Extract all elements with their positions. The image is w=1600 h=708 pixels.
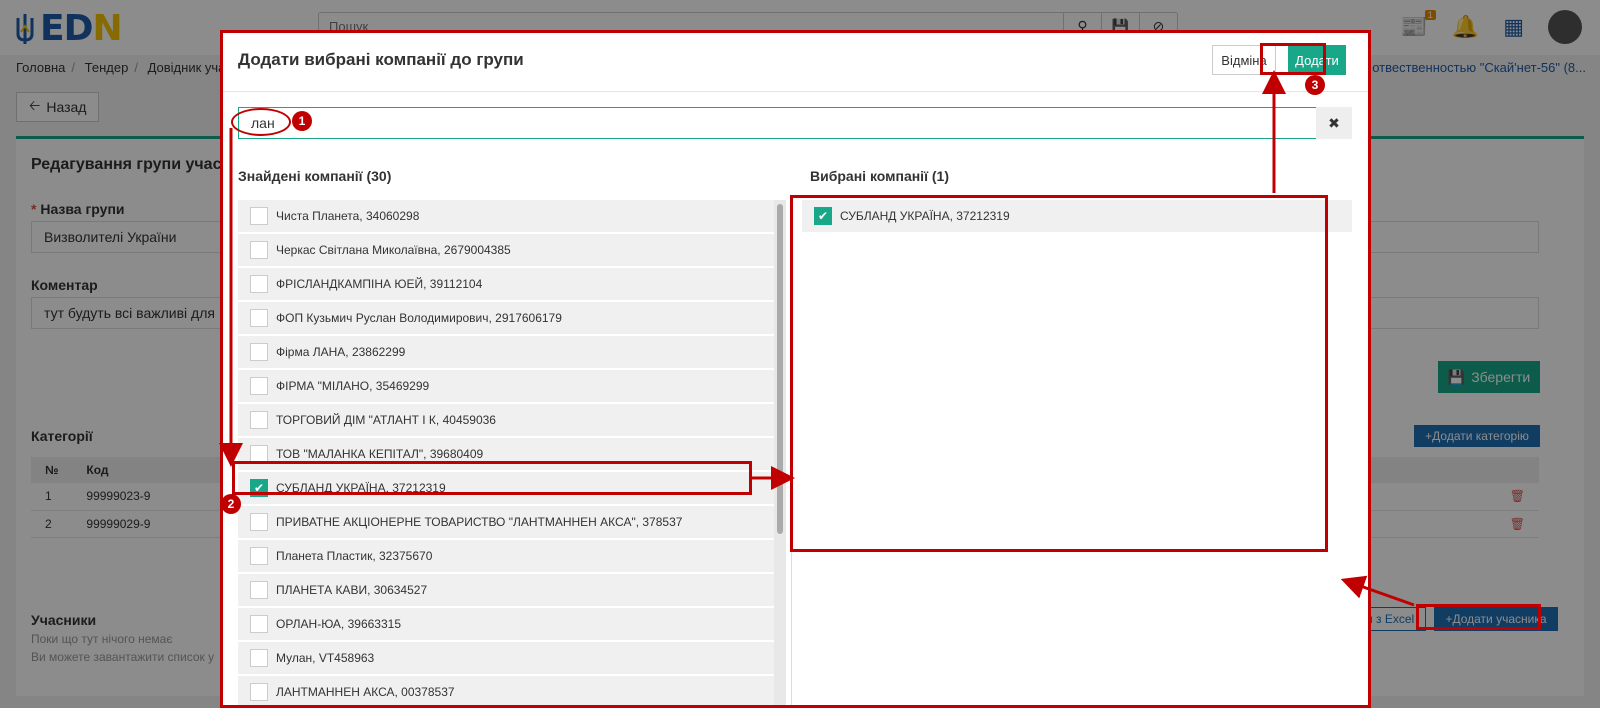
annotation-arrows (219, 70, 1415, 607)
arrow-add-member (1340, 575, 1415, 607)
step-2-marker: 2 (221, 494, 241, 514)
step-3-marker: 3 (1305, 75, 1325, 95)
step-1-marker: 1 (292, 111, 312, 131)
